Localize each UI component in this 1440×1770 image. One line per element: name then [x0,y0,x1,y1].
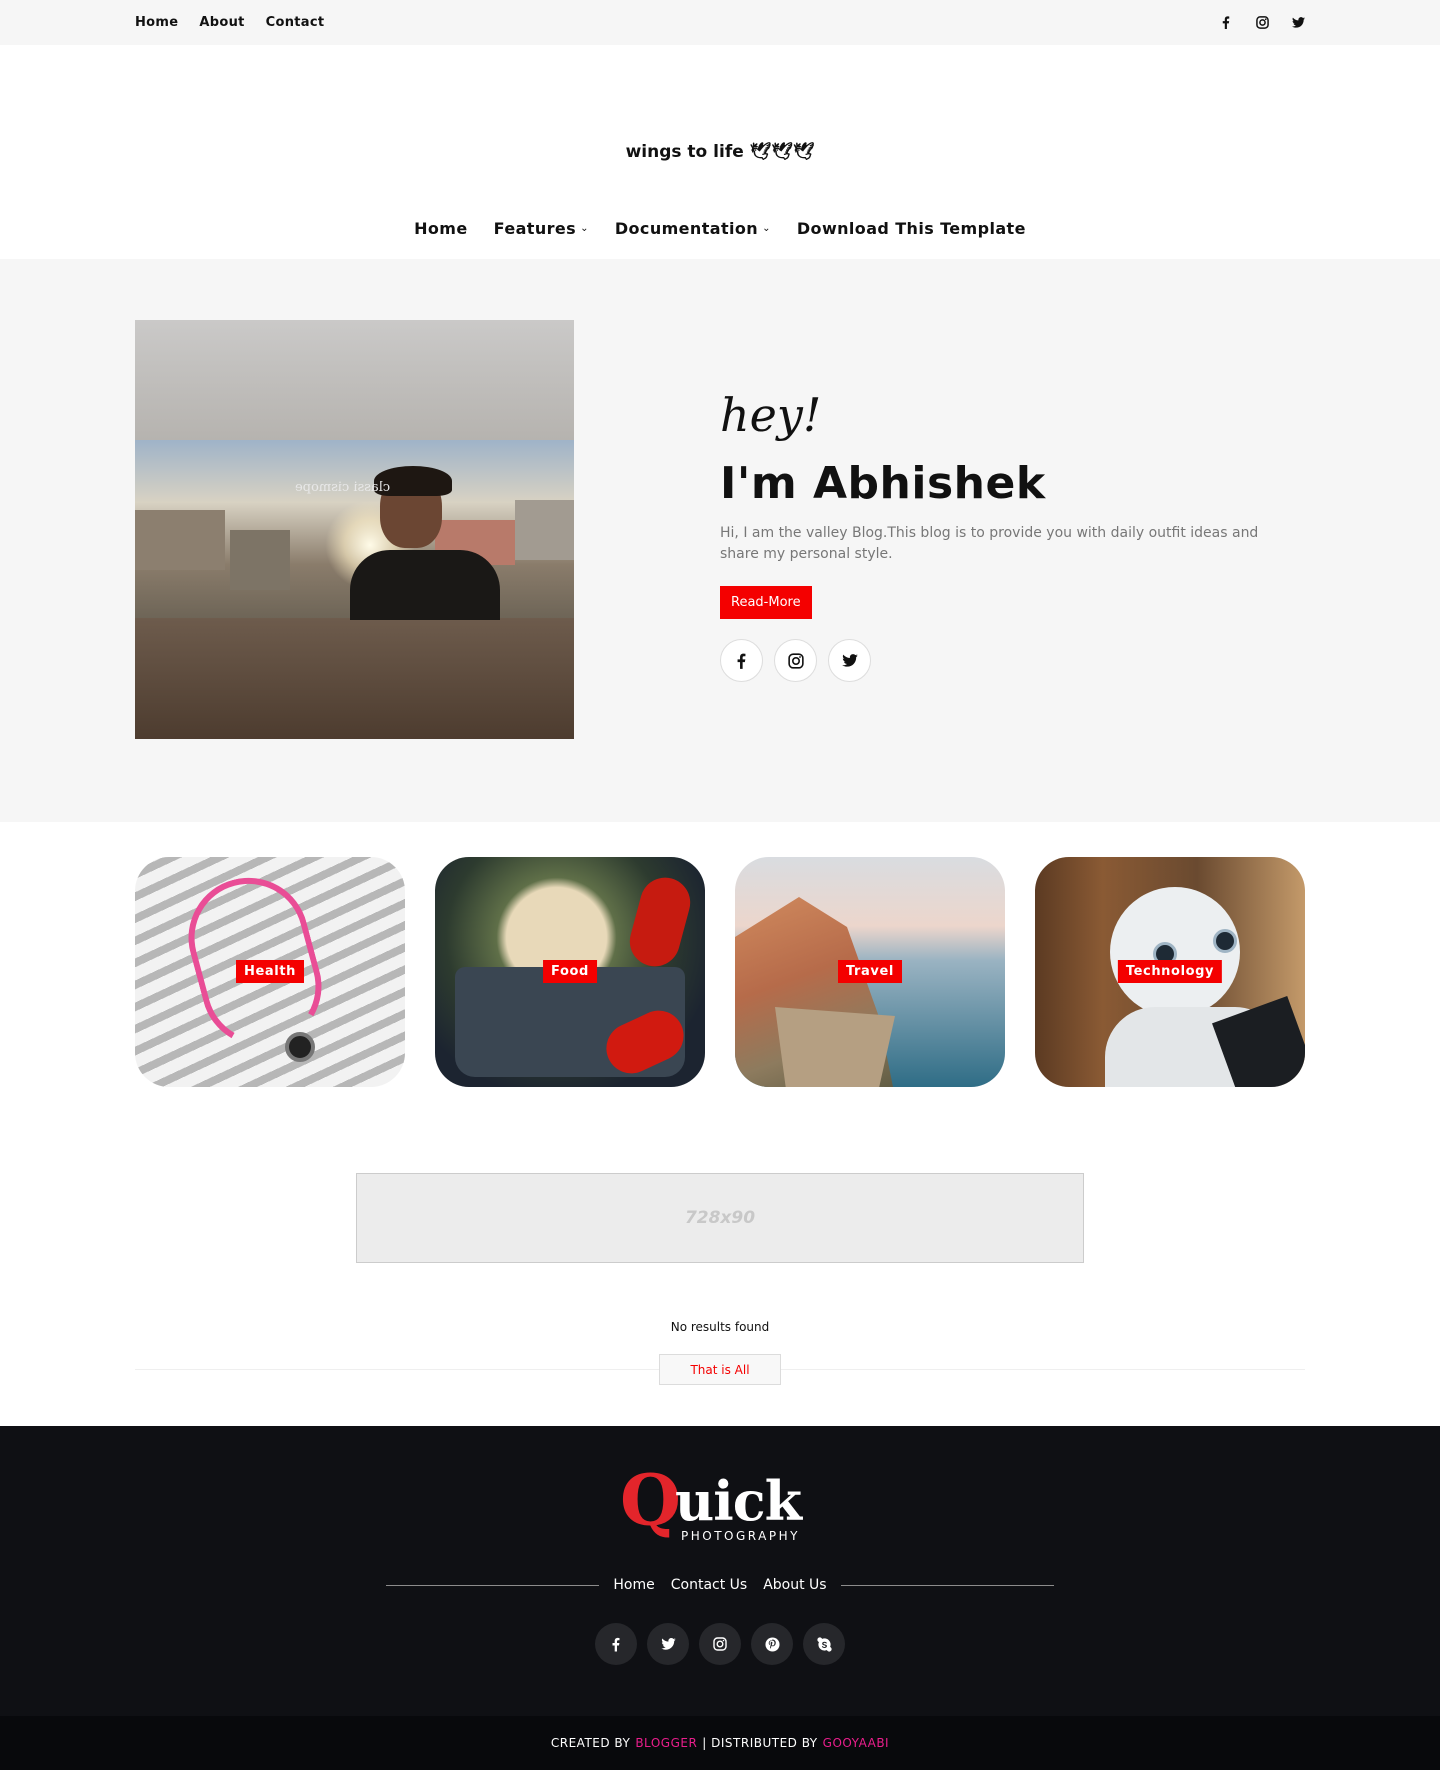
category-label: Travel [838,960,902,983]
footer-social-links [0,1623,1440,1665]
top-nav-home[interactable]: Home [135,15,178,30]
twitter-icon[interactable] [1291,16,1305,30]
main-nav-download[interactable]: Download This Template [797,219,1026,238]
top-bar: Home About Contact [0,0,1440,45]
no-results-message: No results found [670,1320,770,1334]
main-nav-home-label: Home [414,219,468,238]
footer-nav-home[interactable]: Home [613,1577,654,1593]
facebook-icon[interactable] [720,639,763,682]
footer-nav: Home Contact Us About Us [0,1577,1440,1593]
photo-building [135,510,225,570]
photo-scene [135,440,574,620]
facebook-icon[interactable] [1219,16,1233,30]
chevron-down-icon: ⌄ [580,223,589,234]
main-nav: Home Features ⌄ Documentation ⌄ Download T… [0,219,1440,238]
that-is-all-button[interactable]: That is All [659,1354,781,1385]
photo-shirt [350,550,500,620]
hero-name: I'm Abhishek [720,458,1046,509]
photo-building [515,500,574,560]
credits-created-prefix: CREATED BY [550,1736,631,1750]
chevron-down-icon: ⌄ [762,223,771,234]
credits-distributed-prefix: | DISTRIBUTED BY [702,1736,818,1750]
footer-nav-line-left [386,1584,600,1586]
instagram-icon[interactable] [1255,16,1269,30]
hero-greeting: hey! [720,388,822,442]
footer-nav-about[interactable]: About Us [763,1577,826,1593]
rock-image [775,1007,895,1087]
site-footer: Q uick PHOTOGRAPHY Home Contact Us About… [0,1426,1440,1716]
main-nav-download-label: Download This Template [796,219,1026,238]
top-nav: Home About Contact [135,15,324,30]
read-more-button[interactable]: Read-More [720,586,812,619]
top-nav-contact[interactable]: Contact [266,15,325,30]
category-card-technology[interactable]: Technology [1035,857,1305,1087]
photo-shirt-text: classi cismope [295,480,391,495]
main-nav-documentation-label: Documentation [614,219,759,238]
category-label: Health [236,960,304,983]
category-label: Technology [1117,960,1223,983]
logo-letter-q: Q [620,1459,681,1542]
footer-nav-line-right [840,1584,1054,1586]
footer-nav-contact[interactable]: Contact Us [671,1577,747,1593]
pinterest-icon[interactable] [751,1623,793,1665]
logo-word: uick [675,1469,802,1533]
about-hero: classi cismope hey! I'm Abhishek Hi, I a… [0,259,1440,822]
twitter-icon[interactable] [828,639,871,682]
main-nav-features[interactable]: Features ⌄ [494,219,589,238]
site-title[interactable]: wings to life 🕊🕊🕊 [0,142,1440,162]
footer-credits: CREATED BY BLOGGER | DISTRIBUTED BY GOOY… [0,1716,1440,1770]
facebook-icon[interactable] [595,1623,637,1665]
hero-social-links [720,639,1300,682]
pepper-image [624,872,696,972]
footer-logo[interactable]: Q uick PHOTOGRAPHY [0,1466,1440,1546]
hero-text: hey! I'm Abhishek Hi, I am the valley Bl… [720,392,1300,682]
ad-banner[interactable]: 728x90 [356,1173,1084,1263]
photo-building [230,530,290,590]
main-nav-features-label: Features [493,219,577,238]
category-card-food[interactable]: Food [435,857,705,1087]
stethoscope-bell [285,1032,315,1062]
top-nav-about[interactable]: About [199,15,244,30]
category-card-travel[interactable]: Travel [735,857,1005,1087]
main-nav-documentation[interactable]: Documentation ⌄ [615,219,771,238]
skype-icon[interactable] [803,1623,845,1665]
robot-eye [1213,929,1237,953]
twitter-icon[interactable] [647,1623,689,1665]
author-photo: classi cismope [135,320,574,739]
category-label: Food [543,960,597,983]
hero-description: Hi, I am the valley Blog.This blog is to… [720,525,1259,562]
credits-gooyaabi-link[interactable]: GOOYAABI [823,1736,889,1750]
top-social-links [1219,16,1305,30]
instagram-icon[interactable] [774,639,817,682]
main-nav-home[interactable]: Home [414,219,468,238]
credits-blogger-link[interactable]: BLOGGER [635,1736,697,1750]
category-cards: Health Food Travel Technology [135,857,1305,1087]
category-card-health[interactable]: Health [135,857,405,1087]
instagram-icon[interactable] [699,1623,741,1665]
logo-subtitle: PHOTOGRAPHY [681,1529,800,1543]
